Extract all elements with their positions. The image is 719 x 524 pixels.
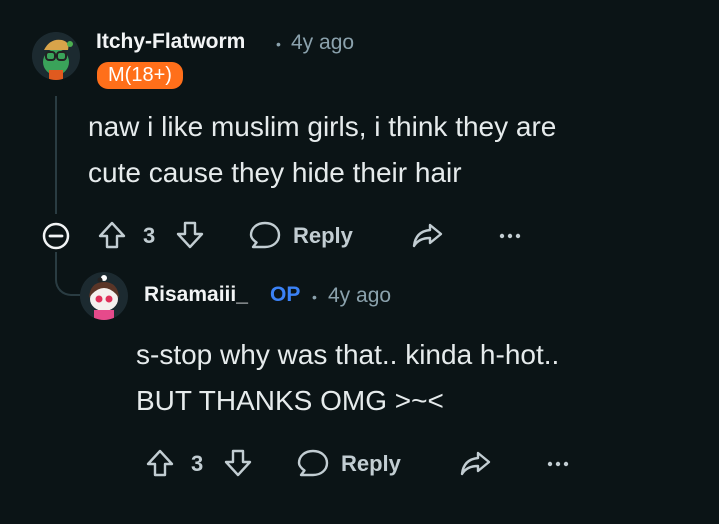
op-badge: OP (270, 283, 301, 306)
avatar[interactable] (32, 32, 80, 80)
vote-count: 3 (191, 451, 204, 476)
comment-body: naw i like muslim girls, i think they ar… (88, 104, 556, 196)
collapse-icon[interactable] (41, 221, 71, 251)
timestamp: 4y ago (328, 284, 392, 307)
comment-body-line: s-stop why was that.. kinda h-hot.. (136, 339, 560, 370)
reply-button[interactable]: Reply (293, 223, 353, 249)
upvote-icon[interactable] (144, 447, 176, 479)
more-options-icon[interactable] (546, 454, 570, 474)
upvote-icon[interactable] (96, 219, 128, 251)
username[interactable]: Risamaiii_ (144, 283, 248, 307)
avatar[interactable] (80, 272, 128, 320)
user-flair: M(18+) (97, 62, 183, 89)
more-options-icon[interactable] (498, 226, 522, 246)
comment-body: s-stop why was that.. kinda h-hot.. BUT … (136, 332, 559, 424)
comment-body-line: cute cause they hide their hair (88, 157, 462, 188)
username[interactable]: Itchy-Flatworm (96, 30, 245, 54)
thread-line[interactable] (55, 96, 57, 214)
downvote-icon[interactable] (222, 447, 254, 479)
reply-icon[interactable] (248, 219, 282, 251)
comment-body-line: BUT THANKS OMG >~< (136, 385, 444, 416)
share-icon[interactable] (458, 447, 492, 479)
comment-body-line: naw i like muslim girls, i think they ar… (88, 111, 557, 142)
reply-connector (55, 252, 83, 296)
timestamp: 4y ago (291, 31, 355, 54)
share-icon[interactable] (410, 219, 444, 251)
reply-icon[interactable] (296, 447, 330, 479)
separator-dot: • (276, 36, 281, 52)
vote-count: 3 (143, 223, 156, 248)
separator-dot: • (312, 289, 317, 305)
reply-button[interactable]: Reply (341, 451, 401, 477)
downvote-icon[interactable] (174, 219, 206, 251)
